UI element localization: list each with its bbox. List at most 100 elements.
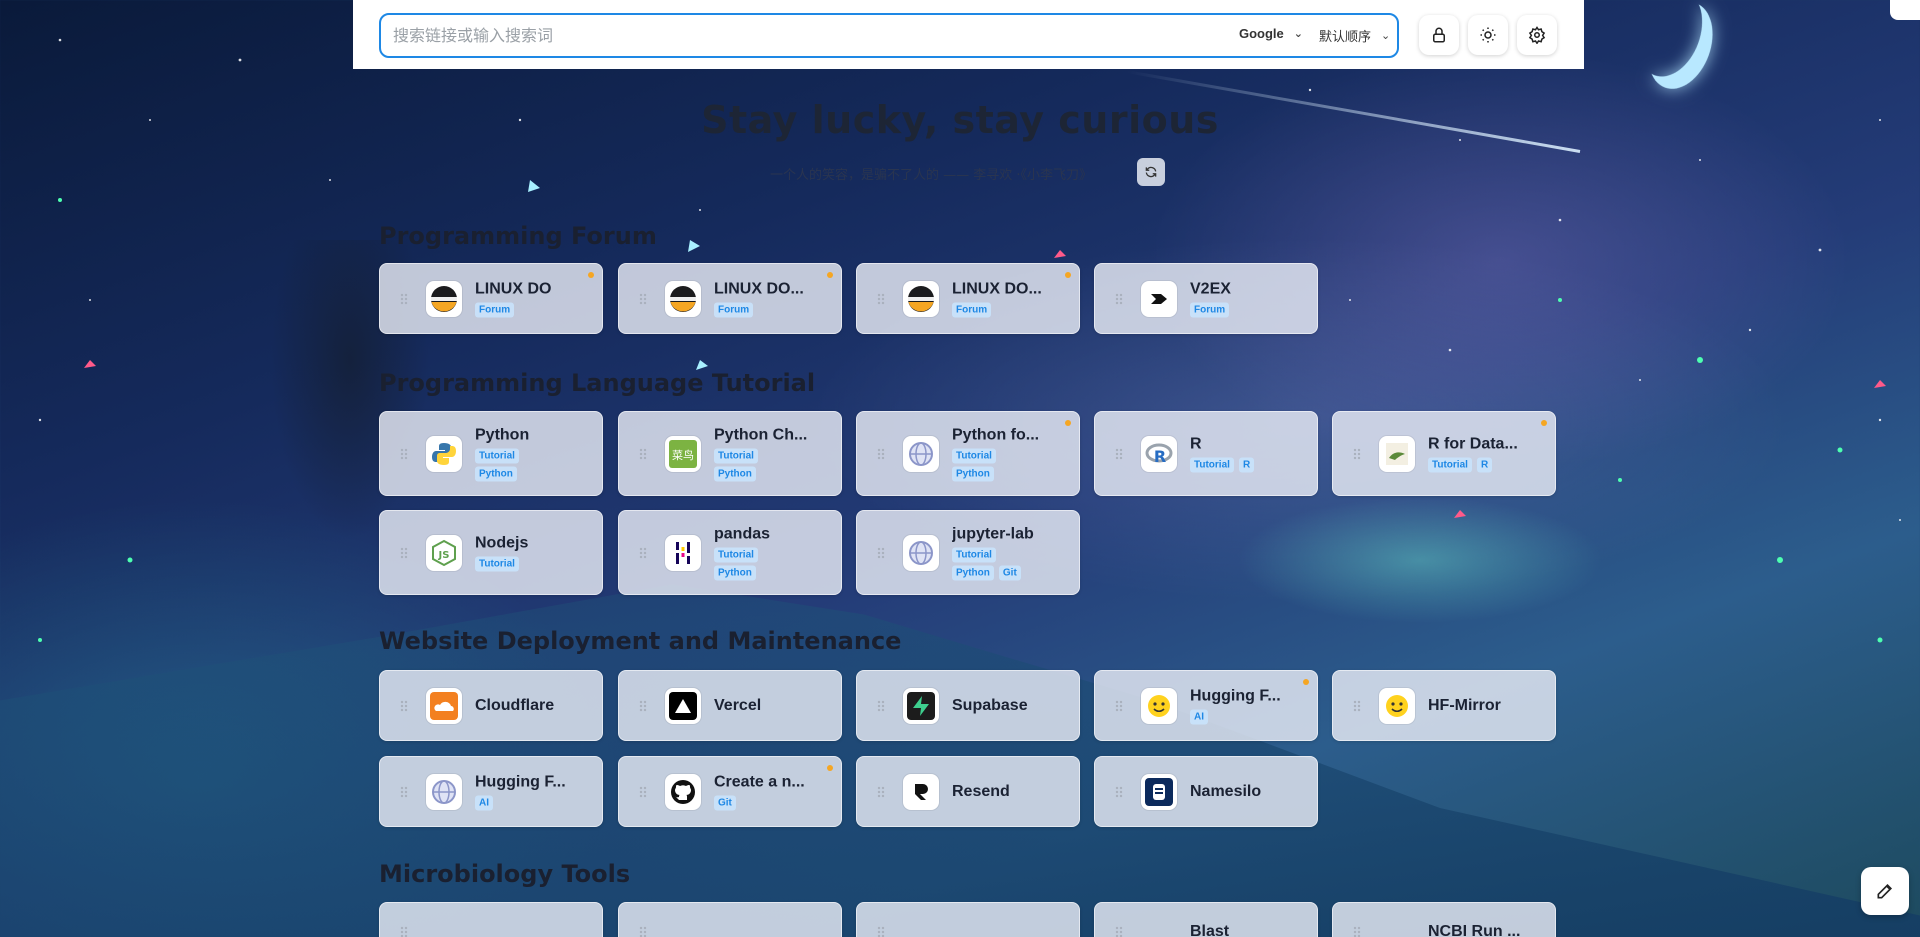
tag-badge[interactable]: Python bbox=[475, 466, 517, 481]
tag-badge[interactable]: R bbox=[1476, 457, 1493, 472]
bookmark-card[interactable]: Namesilo bbox=[1094, 756, 1318, 827]
bookmark-card[interactable] bbox=[856, 902, 1080, 937]
tag-badge[interactable]: Tutorial bbox=[475, 448, 519, 463]
svg-text:R: R bbox=[1154, 447, 1166, 466]
card-tags: Tutorial Python Git bbox=[952, 547, 1042, 580]
tag-badge[interactable]: Python bbox=[714, 565, 756, 580]
drag-handle-icon[interactable] bbox=[639, 546, 647, 559]
search-engine-select[interactable]: Google ⌄ bbox=[1239, 26, 1303, 41]
settings-button[interactable] bbox=[1517, 15, 1557, 55]
bookmark-card[interactable]: Hugging F... AI bbox=[379, 756, 603, 827]
drag-handle-icon[interactable] bbox=[400, 546, 408, 559]
drag-handle-icon[interactable] bbox=[1115, 926, 1123, 937]
card-tags: Forum bbox=[1190, 302, 1280, 317]
bookmark-card[interactable]: 菜鸟 Python Ch... Tutorial Python bbox=[618, 411, 842, 496]
tag-badge[interactable]: Python bbox=[952, 565, 994, 580]
edit-icon bbox=[1877, 883, 1893, 899]
search-box[interactable]: Google ⌄ 默认顺序 ⌄ bbox=[379, 13, 1399, 58]
corner-tab[interactable] bbox=[1890, 0, 1920, 20]
card-title: LINUX DO... bbox=[714, 280, 804, 297]
card-body: Python fo... Tutorial Python bbox=[952, 426, 1067, 481]
section-title: Programming Language Tutorial bbox=[379, 369, 816, 397]
theme-toggle-button[interactable] bbox=[1468, 15, 1508, 55]
bookmark-card[interactable]: LINUX DO... Forum bbox=[618, 263, 842, 334]
card-title: LINUX DO bbox=[475, 280, 552, 297]
bookmark-card[interactable]: Python fo... Tutorial Python bbox=[856, 411, 1080, 496]
bookmark-card[interactable]: Hugging F... AI bbox=[1094, 670, 1318, 741]
bookmark-card[interactable]: pandas Tutorial Python bbox=[618, 510, 842, 595]
bookmark-card[interactable]: Supabase bbox=[856, 670, 1080, 741]
tag-badge[interactable]: Tutorial bbox=[714, 448, 758, 463]
drag-handle-icon[interactable] bbox=[877, 546, 885, 559]
tag-badge[interactable]: Forum bbox=[714, 302, 754, 317]
bookmark-card[interactable]: LINUX DO Forum bbox=[379, 263, 603, 334]
lock-button[interactable] bbox=[1419, 15, 1459, 55]
tag-badge[interactable]: Forum bbox=[1190, 302, 1230, 317]
drag-handle-icon[interactable] bbox=[1115, 292, 1123, 305]
bookmark-card[interactable]: Vercel bbox=[618, 670, 842, 741]
tag-badge[interactable]: Tutorial bbox=[1190, 457, 1234, 472]
bookmark-card[interactable]: HF-Mirror bbox=[1332, 670, 1556, 741]
drag-handle-icon[interactable] bbox=[1353, 926, 1361, 937]
card-body: R for Data... Tutorial R bbox=[1428, 435, 1543, 472]
drag-handle-icon[interactable] bbox=[1115, 699, 1123, 712]
status-dot bbox=[1065, 272, 1071, 278]
drag-handle-icon[interactable] bbox=[639, 926, 647, 937]
drag-handle-icon[interactable] bbox=[400, 292, 408, 305]
drag-handle-icon[interactable] bbox=[1353, 699, 1361, 712]
bookmark-card[interactable]: NCBI Run ... bbox=[1332, 902, 1556, 937]
bookmark-card[interactable] bbox=[379, 902, 603, 937]
edit-floating-button[interactable] bbox=[1861, 867, 1909, 915]
bookmark-card[interactable]: Create a n... Git bbox=[618, 756, 842, 827]
bookmark-card[interactable]: Blast bbox=[1094, 902, 1318, 937]
drag-handle-icon[interactable] bbox=[1115, 785, 1123, 798]
tag-badge[interactable]: Tutorial bbox=[952, 448, 996, 463]
bookmark-card[interactable]: LINUX DO... Forum bbox=[856, 263, 1080, 334]
sort-order-select[interactable]: 默认顺序 ⌄ bbox=[1319, 26, 1390, 45]
tag-badge[interactable]: Tutorial bbox=[475, 556, 519, 571]
search-input[interactable] bbox=[391, 15, 1195, 58]
drag-handle-icon[interactable] bbox=[1115, 447, 1123, 460]
drag-handle-icon[interactable] bbox=[1353, 447, 1361, 460]
bookmark-card[interactable] bbox=[618, 902, 842, 937]
card-body: LINUX DO... Forum bbox=[714, 280, 829, 317]
drag-handle-icon[interactable] bbox=[639, 292, 647, 305]
drag-handle-icon[interactable] bbox=[400, 699, 408, 712]
tag-badge[interactable]: AI bbox=[1190, 709, 1208, 724]
tag-badge[interactable]: Tutorial bbox=[714, 547, 758, 562]
background-moon bbox=[1626, 0, 1713, 86]
tag-badge[interactable]: AI bbox=[475, 795, 493, 810]
card-body: Hugging F... AI bbox=[475, 773, 590, 810]
tag-badge[interactable]: Git bbox=[998, 565, 1021, 580]
drag-handle-icon[interactable] bbox=[400, 447, 408, 460]
drag-handle-icon[interactable] bbox=[877, 447, 885, 460]
bookmark-card[interactable]: R R Tutorial R bbox=[1094, 411, 1318, 496]
tag-badge[interactable]: Python bbox=[952, 466, 994, 481]
bookmark-card[interactable]: jupyter-lab Tutorial Python Git bbox=[856, 510, 1080, 595]
tag-badge[interactable]: Python bbox=[714, 466, 756, 481]
bookmark-card[interactable]: R for Data... Tutorial R bbox=[1332, 411, 1556, 496]
refresh-quote-button[interactable] bbox=[1137, 158, 1165, 186]
card-tags: AI bbox=[1190, 709, 1280, 724]
tag-badge[interactable]: Tutorial bbox=[952, 547, 996, 562]
bookmark-card[interactable]: V2EX Forum bbox=[1094, 263, 1318, 334]
drag-handle-icon[interactable] bbox=[877, 699, 885, 712]
bookmark-card[interactable]: Cloudflare bbox=[379, 670, 603, 741]
drag-handle-icon[interactable] bbox=[400, 785, 408, 798]
bookmark-card[interactable]: Resend bbox=[856, 756, 1080, 827]
drag-handle-icon[interactable] bbox=[639, 785, 647, 798]
bookmark-card[interactable]: Python Tutorial Python bbox=[379, 411, 603, 496]
card-body: Nodejs Tutorial bbox=[475, 534, 590, 571]
drag-handle-icon[interactable] bbox=[877, 926, 885, 937]
tag-badge[interactable]: Git bbox=[714, 795, 736, 810]
tag-badge[interactable]: Forum bbox=[475, 302, 515, 317]
drag-handle-icon[interactable] bbox=[639, 699, 647, 712]
drag-handle-icon[interactable] bbox=[400, 926, 408, 937]
tag-badge[interactable]: R bbox=[1238, 457, 1255, 472]
bookmark-card[interactable]: JS Nodejs Tutorial bbox=[379, 510, 603, 595]
tag-badge[interactable]: Tutorial bbox=[1428, 457, 1472, 472]
drag-handle-icon[interactable] bbox=[639, 447, 647, 460]
drag-handle-icon[interactable] bbox=[877, 292, 885, 305]
drag-handle-icon[interactable] bbox=[877, 785, 885, 798]
tag-badge[interactable]: Forum bbox=[952, 302, 992, 317]
